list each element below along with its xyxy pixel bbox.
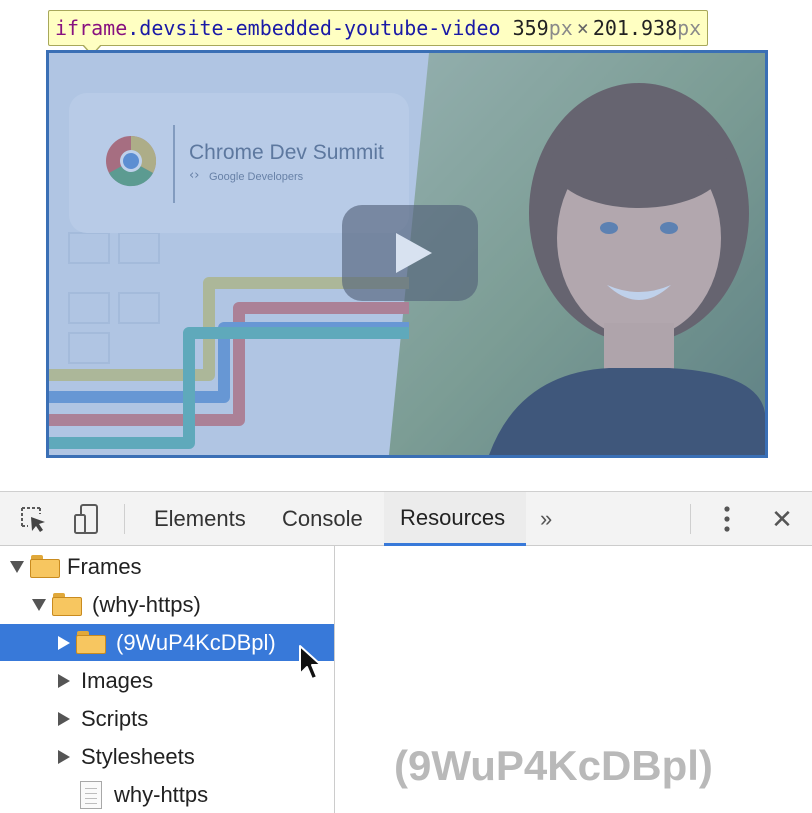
- embedded-youtube-video[interactable]: Chrome Dev Summit ‹› Google Developers: [46, 50, 768, 458]
- tooltip-times-sign: ×: [576, 16, 589, 40]
- expand-arrow-icon[interactable]: [10, 560, 24, 573]
- tree-item-why-https-frame[interactable]: (why-https): [0, 586, 334, 623]
- element-dimensions-tooltip: iframe .devsite-embedded-youtube-video 35…: [48, 10, 709, 46]
- tree-item-label: why-https: [114, 781, 209, 807]
- tree-item-label: (why-https): [92, 591, 201, 617]
- folder-icon: [76, 631, 106, 654]
- collapse-arrow-icon[interactable]: [58, 749, 70, 764]
- tree-item-images[interactable]: Images: [0, 662, 334, 699]
- youtube-play-button[interactable]: [342, 205, 478, 301]
- device-mode-icon[interactable]: [68, 492, 106, 546]
- document-icon: [80, 780, 102, 809]
- tab-console[interactable]: Console: [266, 492, 379, 546]
- inspect-element-icon[interactable]: [14, 492, 52, 546]
- vertical-dots-icon[interactable]: [712, 492, 742, 546]
- expand-arrow-icon[interactable]: [32, 598, 46, 611]
- folder-icon: [52, 593, 82, 616]
- toolbar-separator: [690, 504, 691, 534]
- tree-item-stylesheets[interactable]: Stylesheets: [0, 738, 334, 775]
- tree-item-9wup4kcdbpl-frame[interactable]: (9WuP4KcDBpl): [0, 624, 334, 661]
- play-icon: [396, 233, 432, 273]
- toolbar-separator: [124, 504, 125, 534]
- tree-item-label: Images: [81, 667, 154, 693]
- tab-elements[interactable]: Elements: [138, 492, 262, 546]
- devtools-toolbar: Elements Console Resources » ✕: [0, 492, 812, 546]
- folder-icon: [30, 555, 60, 578]
- collapse-arrow-icon[interactable]: [58, 711, 70, 726]
- mouse-cursor-icon: [299, 645, 322, 680]
- devtools-panel: Elements Console Resources » ✕ Frames (w…: [0, 491, 812, 813]
- tree-item-label: Stylesheets: [81, 743, 195, 769]
- tab-resources[interactable]: Resources: [384, 492, 526, 546]
- tooltip-width-unit: px: [548, 16, 573, 40]
- tree-item-label: Frames: [67, 553, 142, 579]
- tree-item-label: Scripts: [81, 705, 149, 731]
- close-icon[interactable]: ✕: [764, 492, 800, 546]
- resources-sidebar: Frames (why-https) (9WuP4KcDBpl) Images …: [0, 546, 335, 813]
- tree-item-frames[interactable]: Frames: [0, 548, 334, 585]
- tooltip-width-value: 359: [512, 16, 549, 40]
- collapse-arrow-icon[interactable]: [58, 673, 70, 688]
- tooltip-tag-name: iframe: [55, 16, 128, 40]
- tree-item-label: (9WuP4KcDBpl): [116, 629, 276, 655]
- resource-view-panel: (9WuP4KcDBpl): [336, 546, 812, 813]
- tooltip-class-name: .devsite-embedded-youtube-video: [127, 16, 501, 40]
- more-tabs-button[interactable]: »: [528, 492, 564, 546]
- selected-frame-title: (9WuP4KcDBpl): [394, 742, 713, 789]
- collapse-arrow-icon[interactable]: [58, 635, 70, 650]
- tree-item-scripts[interactable]: Scripts: [0, 700, 334, 737]
- tooltip-height-value: 201.938: [592, 16, 678, 40]
- tooltip-height-unit: px: [677, 16, 702, 40]
- tree-item-why-https-document[interactable]: why-https: [0, 776, 334, 813]
